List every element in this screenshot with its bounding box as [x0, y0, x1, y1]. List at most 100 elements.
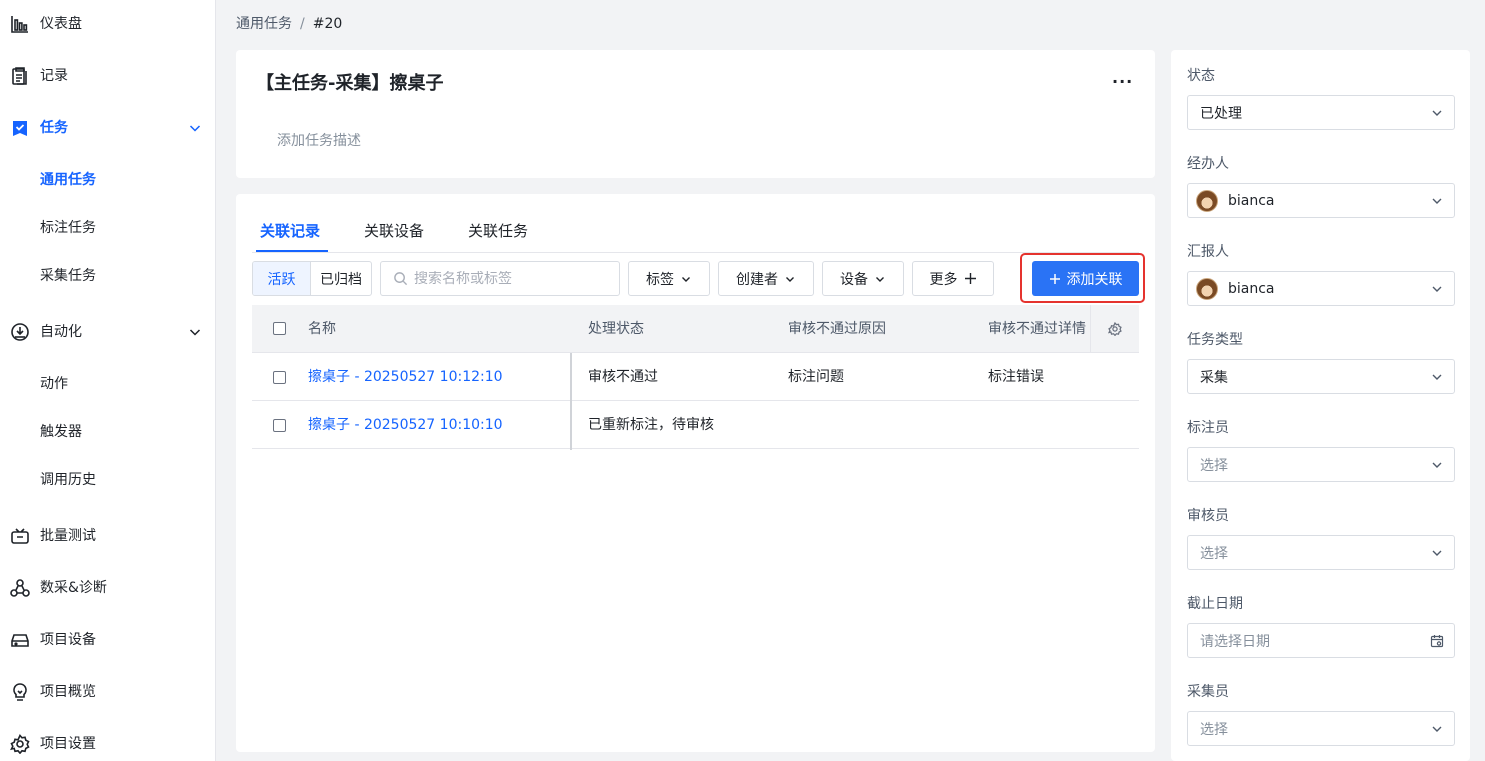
- segment-archived-button[interactable]: 已归档: [311, 262, 371, 295]
- breadcrumb-parent-link[interactable]: 通用任务: [236, 14, 292, 34]
- column-resize-handle[interactable]: [570, 353, 572, 450]
- sidebar-item-label: 记录: [40, 68, 68, 84]
- row-checkbox[interactable]: [273, 419, 286, 432]
- segment-active-button[interactable]: 活跃: [253, 262, 311, 295]
- select-all-checkbox[interactable]: [273, 322, 286, 335]
- overview-icon: [10, 682, 30, 702]
- reviewer-select[interactable]: 选择: [1187, 535, 1455, 570]
- archive-segment: 活跃 已归档: [252, 261, 372, 296]
- calendar-icon: [1430, 635, 1444, 648]
- tab-active-indicator: [256, 250, 328, 252]
- task-type-label: 任务类型: [1187, 332, 1243, 348]
- sidebar-item-tasks[interactable]: 任务: [0, 110, 215, 146]
- sidebar-item-dashboard[interactable]: 仪表盘: [0, 6, 215, 42]
- gear-icon: [10, 734, 30, 754]
- collector-select[interactable]: 选择: [1187, 711, 1455, 746]
- tab-divider: [252, 252, 1139, 253]
- sidebar-item-label: 项目设备: [40, 632, 96, 648]
- filter-creator-label: 创建者: [736, 271, 778, 288]
- sidebar-item-automation[interactable]: 自动化: [0, 314, 215, 350]
- column-settings-button[interactable]: [1090, 305, 1139, 352]
- record-name-link[interactable]: 擦桌子 - 20250527 10:12:10: [308, 368, 503, 386]
- plus-icon: [964, 273, 976, 284]
- device-icon: [10, 630, 30, 650]
- tab-related-records[interactable]: 关联记录: [260, 220, 320, 242]
- sidebar-item-label: 调用历史: [40, 472, 96, 488]
- add-link-label: 添加关联: [1066, 271, 1123, 288]
- sidebar: 仪表盘 记录 任务 通用任务 标注任务 采集任务 自动化 动作 触发器 调用历史: [0, 0, 216, 761]
- batch-test-icon: [10, 526, 30, 546]
- tab-related-tasks[interactable]: 关联任务: [468, 220, 528, 242]
- chevron-down-icon[interactable]: [187, 120, 203, 136]
- sidebar-item-label: 项目设置: [40, 736, 96, 752]
- assignee-select[interactable]: bianca: [1187, 183, 1455, 218]
- filter-creator-button[interactable]: 创建者: [718, 261, 814, 296]
- table-header: 名称 处理状态 审核不通过原因 审核不通过详情: [252, 305, 1139, 353]
- column-header-reject-detail[interactable]: 审核不通过详情: [988, 320, 1086, 338]
- sidebar-item-records[interactable]: 记录: [0, 58, 215, 94]
- chevron-down-icon: [1432, 550, 1442, 556]
- sidebar-item-batch-test[interactable]: 批量测试: [0, 518, 215, 554]
- task-description-input[interactable]: 添加任务描述: [277, 131, 361, 151]
- chevron-down-icon: [876, 276, 884, 282]
- row-checkbox[interactable]: [273, 371, 286, 384]
- tab-related-devices[interactable]: 关联设备: [364, 220, 424, 242]
- annotator-select[interactable]: 选择: [1187, 447, 1455, 482]
- chevron-down-icon[interactable]: [187, 324, 203, 340]
- sidebar-item-label: 标注任务: [40, 220, 96, 236]
- record-status: 已重新标注，待审核: [588, 417, 714, 433]
- task-header-card: [236, 50, 1155, 178]
- breadcrumb-current: #20: [312, 16, 343, 32]
- filter-device-label: 设备: [840, 271, 868, 288]
- filter-device-button[interactable]: 设备: [822, 261, 904, 296]
- breadcrumb-separator: /: [300, 16, 305, 32]
- sidebar-item-label: 动作: [40, 376, 68, 392]
- sidebar-item-overview[interactable]: 项目概览: [0, 674, 215, 710]
- column-header-reject-reason[interactable]: 审核不通过原因: [788, 320, 886, 338]
- sidebar-item-label: 任务: [40, 120, 68, 136]
- plus-icon: [1049, 273, 1060, 284]
- chevron-down-icon: [1432, 726, 1442, 732]
- column-header-status[interactable]: 处理状态: [588, 320, 644, 338]
- column-header-name[interactable]: 名称: [308, 320, 336, 338]
- table-row[interactable]: 擦桌子 - 20250527 10:10:10 已重新标注，待审核: [252, 401, 1139, 449]
- page-title[interactable]: 【主任务-采集】擦桌子: [256, 72, 443, 96]
- search-input[interactable]: [414, 270, 604, 287]
- record-name-link[interactable]: 擦桌子 - 20250527 10:10:10: [308, 416, 503, 434]
- sidebar-item-general-tasks[interactable]: 通用任务: [0, 162, 215, 198]
- sidebar-item-label: 项目概览: [40, 684, 96, 700]
- filter-tags-button[interactable]: 标签: [628, 261, 710, 296]
- reporter-select[interactable]: bianca: [1187, 271, 1455, 306]
- assignee-value: bianca: [1228, 192, 1275, 209]
- chevron-down-icon: [1432, 462, 1442, 468]
- more-options-button[interactable]: ···: [1112, 72, 1132, 96]
- sidebar-item-annotation-tasks[interactable]: 标注任务: [0, 210, 215, 246]
- sidebar-item-label: 采集任务: [40, 268, 96, 284]
- sidebar-item-label: 仪表盘: [40, 16, 82, 32]
- add-link-button[interactable]: 添加关联: [1032, 261, 1139, 296]
- sidebar-item-settings[interactable]: 项目设置: [0, 726, 215, 761]
- status-label: 状态: [1187, 68, 1215, 84]
- sidebar-item-call-history[interactable]: 调用历史: [0, 462, 215, 498]
- task-type-select[interactable]: 采集: [1187, 359, 1455, 394]
- avatar: [1196, 277, 1218, 300]
- sidebar-item-collection-tasks[interactable]: 采集任务: [0, 258, 215, 294]
- due-date-picker[interactable]: 请选择日期: [1187, 623, 1455, 658]
- reporter-value: bianca: [1228, 280, 1275, 297]
- sidebar-item-devices[interactable]: 项目设备: [0, 622, 215, 658]
- reviewer-placeholder: 选择: [1200, 545, 1228, 562]
- status-select[interactable]: 已处理: [1187, 95, 1455, 130]
- sidebar-item-triggers[interactable]: 触发器: [0, 414, 215, 450]
- sidebar-item-diagnosis[interactable]: 数采&诊断: [0, 570, 215, 606]
- search-icon: [394, 272, 408, 286]
- sidebar-item-label: 批量测试: [40, 528, 96, 544]
- sidebar-item-actions[interactable]: 动作: [0, 366, 215, 402]
- filter-tags-label: 标签: [646, 271, 674, 288]
- clipboard-icon: [10, 66, 30, 86]
- reviewer-label: 审核员: [1187, 508, 1229, 524]
- chevron-down-icon: [1432, 110, 1442, 116]
- table-row[interactable]: 擦桌子 - 20250527 10:12:10 审核不通过 标注问题 标注错误: [252, 353, 1139, 401]
- collector-label: 采集员: [1187, 684, 1229, 700]
- chevron-down-icon: [1432, 198, 1442, 204]
- filter-more-button[interactable]: 更多: [912, 261, 994, 296]
